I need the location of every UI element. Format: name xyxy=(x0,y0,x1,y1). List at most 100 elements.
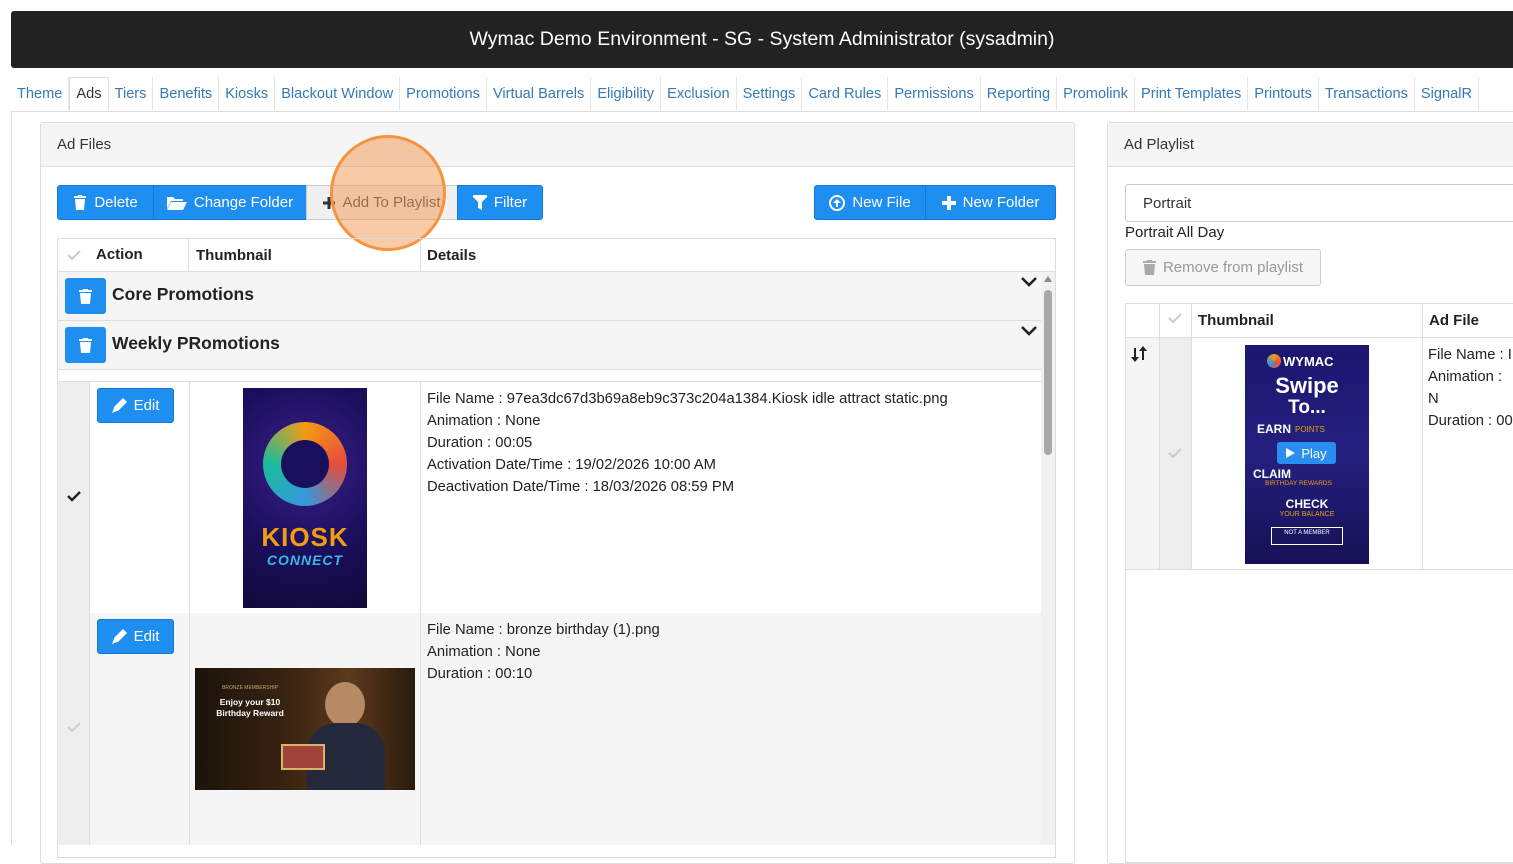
scrollbar-thumb[interactable] xyxy=(1044,290,1052,455)
scroll-up-arrow-icon[interactable] xyxy=(1044,276,1052,282)
check-icon xyxy=(67,722,81,733)
tab-card-rules[interactable]: Card Rules xyxy=(802,77,889,110)
filter-button[interactable]: Filter xyxy=(457,185,543,220)
thumbnail-image: KIOSK CONNECT xyxy=(243,388,367,608)
trash-icon xyxy=(79,337,92,353)
delete-folder-button[interactable] xyxy=(65,327,106,363)
folder-title: Weekly PRomotions xyxy=(112,333,280,353)
folder-title: Core Promotions xyxy=(112,284,254,304)
app-title: Wymac Demo Environment - SG - System Adm… xyxy=(469,28,1055,50)
thumb-text: Enjoy your $10 xyxy=(219,697,281,707)
playlist-select[interactable]: Portrait xyxy=(1125,184,1513,222)
thumb-text: BRONZE MEMBERSHIP xyxy=(222,685,278,691)
filter-icon xyxy=(472,195,487,210)
nav-tabs: Theme Ads Tiers Benefits Kiosks Blackout Wind… xyxy=(11,77,1513,112)
edit-button[interactable]: Edit xyxy=(97,619,174,654)
trash-icon xyxy=(74,195,87,210)
thumb-text: NOT A MEMBER xyxy=(1271,527,1343,545)
check-icon xyxy=(67,491,81,502)
tab-eligibility[interactable]: Eligibility xyxy=(591,77,662,110)
detail-deactivation: Deactivation Date/Time : 18/03/2026 08:5… xyxy=(427,479,735,495)
detail-animation: Animation : None xyxy=(427,644,541,660)
gift-box xyxy=(281,744,325,770)
playlist-select-value: Portrait xyxy=(1143,194,1192,212)
scrollbar[interactable] xyxy=(1041,272,1055,845)
tab-promotions[interactable]: Promotions xyxy=(400,77,487,110)
folder-group[interactable]: Core Promotions xyxy=(58,272,1041,321)
tab-virtual-barrels[interactable]: Virtual Barrels xyxy=(487,77,592,110)
detail-file-name: File Name : 97ea3dc67d3b69a8eb9c373c204a… xyxy=(427,391,948,407)
tab-benefits[interactable]: Benefits xyxy=(153,77,220,110)
header-cell-select: Action xyxy=(58,239,189,272)
thumb-text: BIRTHDAY REWARDS xyxy=(1265,480,1332,487)
row-select-cell[interactable] xyxy=(58,613,90,845)
change-folder-button[interactable]: Change Folder xyxy=(153,185,307,220)
tab-transactions[interactable]: Transactions xyxy=(1319,77,1415,110)
ad-playlist-panel-header: Ad Playlist xyxy=(1108,123,1513,167)
tab-print-templates[interactable]: Print Templates xyxy=(1135,77,1249,110)
tab-tiers[interactable]: Tiers xyxy=(109,77,154,110)
column-header-thumbnail: Thumbnail xyxy=(189,239,421,272)
pencil-icon xyxy=(111,398,127,413)
tab-printouts[interactable]: Printouts xyxy=(1248,77,1319,110)
pencil-icon xyxy=(111,629,127,644)
logo-swirl-icon xyxy=(1267,354,1281,368)
new-folder-button[interactable]: New Folder xyxy=(925,185,1056,220)
detail-file-name: File Name : bronze birthday (1).png xyxy=(427,622,660,638)
detail-duration: Duration : 00 xyxy=(1428,413,1513,429)
thumb-text: Swipe xyxy=(1275,373,1339,398)
thumb-text: Birthday Reward xyxy=(216,708,284,718)
chevron-down-icon[interactable] xyxy=(1021,276,1037,288)
folder-group[interactable]: Weekly PRomotions xyxy=(58,321,1041,370)
tab-permissions[interactable]: Permissions xyxy=(888,77,981,110)
ad-playlist-title: Ad Playlist xyxy=(1124,136,1195,153)
playlist-schedule: Portrait All Day xyxy=(1125,224,1225,241)
tab-kiosks[interactable]: Kiosks xyxy=(219,77,276,110)
column-header-details: Details xyxy=(427,247,477,264)
folder-open-icon xyxy=(166,197,187,210)
tab-blackout-window[interactable]: Blackout Window xyxy=(275,77,401,110)
thumb-text: To... xyxy=(1288,397,1326,418)
trash-icon xyxy=(79,288,92,304)
edit-button[interactable]: Edit xyxy=(97,388,174,423)
row-details: File Name : I Animation : N Duration : 0… xyxy=(1428,344,1513,432)
thumb-text: KIOSK xyxy=(261,522,349,552)
delete-folder-button[interactable] xyxy=(65,278,106,314)
ad-files-panel-header: Ad Files xyxy=(41,123,1074,167)
thumb-text: POINTS xyxy=(1295,425,1325,434)
person-head xyxy=(325,682,365,727)
chevron-down-icon[interactable] xyxy=(1021,325,1037,337)
click-highlight xyxy=(330,135,446,251)
column-header-thumbnail: Thumbnail xyxy=(1198,312,1274,329)
detail-file-name: File Name : I xyxy=(1428,347,1512,363)
ad-files-title: Ad Files xyxy=(57,136,112,153)
detail-animation: Animation : N xyxy=(1428,369,1503,407)
trash-icon xyxy=(1142,260,1156,275)
row-select-cell[interactable] xyxy=(58,382,90,613)
tab-ads[interactable]: Ads xyxy=(69,77,109,111)
column-header-action: Action xyxy=(96,246,143,263)
row-select-cell[interactable] xyxy=(1160,338,1191,569)
thumb-text: YOUR BALANCE xyxy=(1279,511,1335,518)
column-header-ad-file: Ad File xyxy=(1429,312,1480,329)
play-button[interactable]: Play xyxy=(1277,442,1336,464)
delete-button[interactable]: Delete xyxy=(57,185,154,220)
sort-arrows-icon[interactable] xyxy=(1131,346,1147,362)
detail-activation: Activation Date/Time : 19/02/2026 10:00 … xyxy=(427,457,716,473)
drag-handle-cell[interactable] xyxy=(1126,338,1159,569)
tab-reporting[interactable]: Reporting xyxy=(981,77,1058,110)
check-icon xyxy=(1168,448,1182,459)
remove-from-playlist-button[interactable]: Remove from playlist xyxy=(1125,249,1321,286)
check-icon xyxy=(67,250,81,261)
new-file-button[interactable]: New File xyxy=(814,185,926,220)
tab-promolink[interactable]: Promolink xyxy=(1057,77,1135,110)
thumbnail-image: BRONZE MEMBERSHIP Enjoy your $10 Birthda… xyxy=(195,668,415,790)
check-icon xyxy=(1168,313,1182,324)
tab-theme[interactable]: Theme xyxy=(11,77,70,110)
tab-exclusion[interactable]: Exclusion xyxy=(661,77,737,110)
detail-animation: Animation : None xyxy=(427,413,541,429)
upload-circle-icon xyxy=(829,194,846,211)
thumb-text: EARN xyxy=(1257,422,1292,436)
tab-settings[interactable]: Settings xyxy=(737,77,803,110)
tab-signalr[interactable]: SignalR xyxy=(1415,77,1479,110)
